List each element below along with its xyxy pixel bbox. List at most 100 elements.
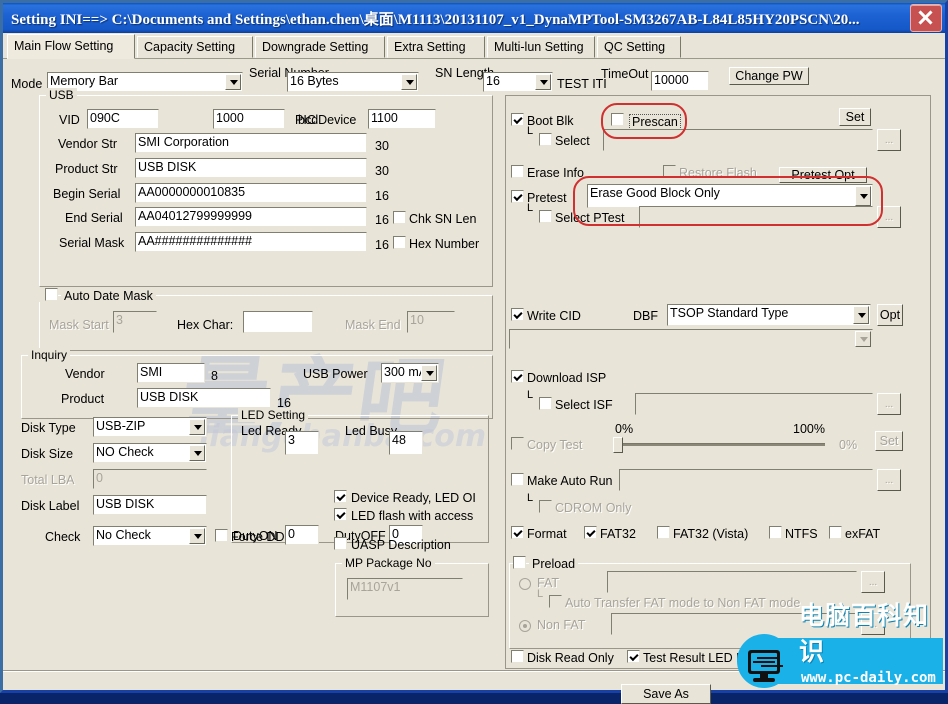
- led-flash-checkbox[interactable]: [334, 508, 347, 521]
- test-result-led-checkbox[interactable]: [627, 650, 640, 663]
- chevron-down-icon[interactable]: [189, 445, 205, 461]
- hex-char-input[interactable]: [243, 311, 313, 333]
- dbf-opt-button[interactable]: Opt: [877, 304, 903, 326]
- fat-browse-button[interactable]: ...: [861, 571, 885, 593]
- boot-blk-checkbox[interactable]: [511, 113, 524, 126]
- tab-downgrade-setting[interactable]: Downgrade Setting: [255, 36, 385, 58]
- chevron-down-icon[interactable]: [855, 331, 871, 347]
- chevron-down-icon[interactable]: [853, 306, 869, 324]
- non-fat-radio[interactable]: [519, 620, 531, 632]
- tab-main-flow-setting[interactable]: Main Flow Setting: [7, 34, 135, 59]
- write-cid-checkbox[interactable]: [511, 308, 524, 321]
- duty-on-input[interactable]: 0: [285, 525, 319, 545]
- select-isp-input[interactable]: [635, 393, 873, 415]
- inquiry-vendor-length: 8: [211, 369, 218, 383]
- serial-number-combo[interactable]: 16 Bytes: [287, 72, 419, 92]
- serial-mask-input[interactable]: AA##############: [135, 232, 367, 252]
- select-ptest-input[interactable]: [639, 206, 873, 228]
- mask-end-label: Mask End: [345, 318, 401, 332]
- fat32-checkbox[interactable]: [584, 526, 597, 539]
- make-auto-run-input[interactable]: [619, 469, 873, 491]
- cdrom-only-checkbox[interactable]: [539, 500, 552, 513]
- copy-test-slider[interactable]: [613, 437, 825, 453]
- boot-set-button[interactable]: Set: [839, 108, 871, 126]
- auto-transfer-checkbox[interactable]: [549, 595, 562, 608]
- check-combo[interactable]: No Check: [93, 526, 207, 546]
- select-ptest-browse-button[interactable]: ...: [877, 206, 901, 228]
- disk-size-combo[interactable]: NO Check: [93, 443, 207, 463]
- save-as-button[interactable]: Save As: [621, 684, 711, 704]
- preload-checkbox[interactable]: [513, 556, 526, 569]
- vendor-str-input[interactable]: SMI Corporation: [135, 133, 367, 153]
- uasp-description-checkbox[interactable]: [334, 537, 347, 550]
- dbf-combo[interactable]: TSOP Standard Type: [667, 304, 871, 326]
- make-auto-run-label: Make Auto Run: [527, 474, 613, 488]
- chevron-down-icon[interactable]: [189, 419, 205, 435]
- mp-package-input[interactable]: M1107v1: [347, 578, 463, 600]
- select-isp-checkbox[interactable]: [539, 397, 552, 410]
- prescan-checkbox[interactable]: [611, 113, 624, 126]
- fat32-vista-checkbox[interactable]: [657, 526, 670, 539]
- led-ready-input[interactable]: 3: [285, 431, 319, 455]
- pretest-opt-button[interactable]: Pretest Opt: [779, 167, 867, 183]
- change-pw-button[interactable]: Change PW: [729, 67, 809, 85]
- chevron-down-icon[interactable]: [535, 74, 551, 90]
- make-auto-run-checkbox[interactable]: [511, 473, 524, 486]
- fat-path-input[interactable]: [607, 571, 857, 593]
- select-ptest-checkbox[interactable]: [539, 210, 552, 223]
- usb-power-combo[interactable]: 300 mA: [381, 363, 439, 383]
- fat-radio[interactable]: [519, 578, 531, 590]
- chevron-down-icon[interactable]: [401, 74, 417, 90]
- exfat-checkbox[interactable]: [829, 526, 842, 539]
- chk-sn-len-checkbox[interactable]: [393, 211, 406, 224]
- format-checkbox[interactable]: [511, 526, 524, 539]
- total-lba-input[interactable]: 0: [93, 469, 207, 489]
- end-serial-input[interactable]: AA04012799999999: [135, 207, 367, 227]
- hex-number-checkbox[interactable]: [393, 236, 406, 249]
- tab-extra-setting[interactable]: Extra Setting: [387, 36, 485, 58]
- make-auto-run-browse-button[interactable]: ...: [877, 469, 901, 491]
- tab-multi-lun-setting[interactable]: Multi-lun Setting: [487, 36, 595, 58]
- chevron-down-icon[interactable]: [189, 528, 205, 544]
- chevron-down-icon[interactable]: [421, 365, 437, 381]
- boot-select-browse-button[interactable]: ...: [877, 129, 901, 151]
- device-ready-checkbox[interactable]: [334, 490, 347, 503]
- copy-test-checkbox[interactable]: [511, 437, 524, 450]
- tab-qc-setting[interactable]: QC Setting: [597, 36, 681, 58]
- mask-end-input[interactable]: 10: [407, 311, 455, 333]
- copy-test-set-button[interactable]: Set: [875, 431, 903, 451]
- pretest-combo[interactable]: Erase Good Block Only: [587, 184, 873, 208]
- mask-start-input[interactable]: 3: [113, 311, 157, 333]
- chevron-down-icon[interactable]: [225, 74, 241, 90]
- pretest-value: Erase Good Block Only: [590, 186, 720, 200]
- boot-select-input[interactable]: [603, 129, 873, 151]
- restore-flash-checkbox[interactable]: [663, 165, 676, 178]
- product-str-input[interactable]: USB DISK: [135, 158, 367, 178]
- led-busy-input[interactable]: 48: [389, 431, 423, 455]
- tab-capacity-setting[interactable]: Capacity Setting: [137, 36, 253, 58]
- sn-length-combo[interactable]: 16: [483, 72, 553, 92]
- pic-input[interactable]: 1000: [213, 109, 285, 129]
- bcd-device-input[interactable]: 1100: [368, 109, 436, 129]
- cid-secondary-combo[interactable]: [509, 329, 873, 349]
- auto-date-mask-checkbox[interactable]: [45, 288, 58, 301]
- ntfs-checkbox[interactable]: [769, 526, 782, 539]
- force-ddr-checkbox[interactable]: [215, 529, 228, 542]
- close-icon[interactable]: [910, 4, 942, 32]
- erase-info-checkbox[interactable]: [511, 165, 524, 178]
- disk-read-only-checkbox[interactable]: [511, 650, 524, 663]
- disk-type-combo[interactable]: USB-ZIP: [93, 417, 207, 437]
- download-isp-checkbox[interactable]: [511, 370, 524, 383]
- copy-test-slider-thumb[interactable]: [613, 437, 623, 453]
- timeout-input[interactable]: 10000: [651, 71, 709, 91]
- chevron-down-icon[interactable]: [855, 186, 871, 206]
- pretest-checkbox[interactable]: [511, 190, 524, 203]
- inquiry-vendor-input[interactable]: SMI: [137, 363, 205, 383]
- boot-select-checkbox[interactable]: [539, 133, 552, 146]
- disk-label-input[interactable]: USB DISK: [93, 495, 207, 515]
- select-isp-browse-button[interactable]: ...: [877, 393, 901, 415]
- vid-input[interactable]: 090C: [87, 109, 159, 129]
- begin-serial-input[interactable]: AA0000000010835: [135, 183, 367, 203]
- monitor-base-icon: [753, 678, 775, 682]
- inquiry-product-input[interactable]: USB DISK: [137, 388, 271, 408]
